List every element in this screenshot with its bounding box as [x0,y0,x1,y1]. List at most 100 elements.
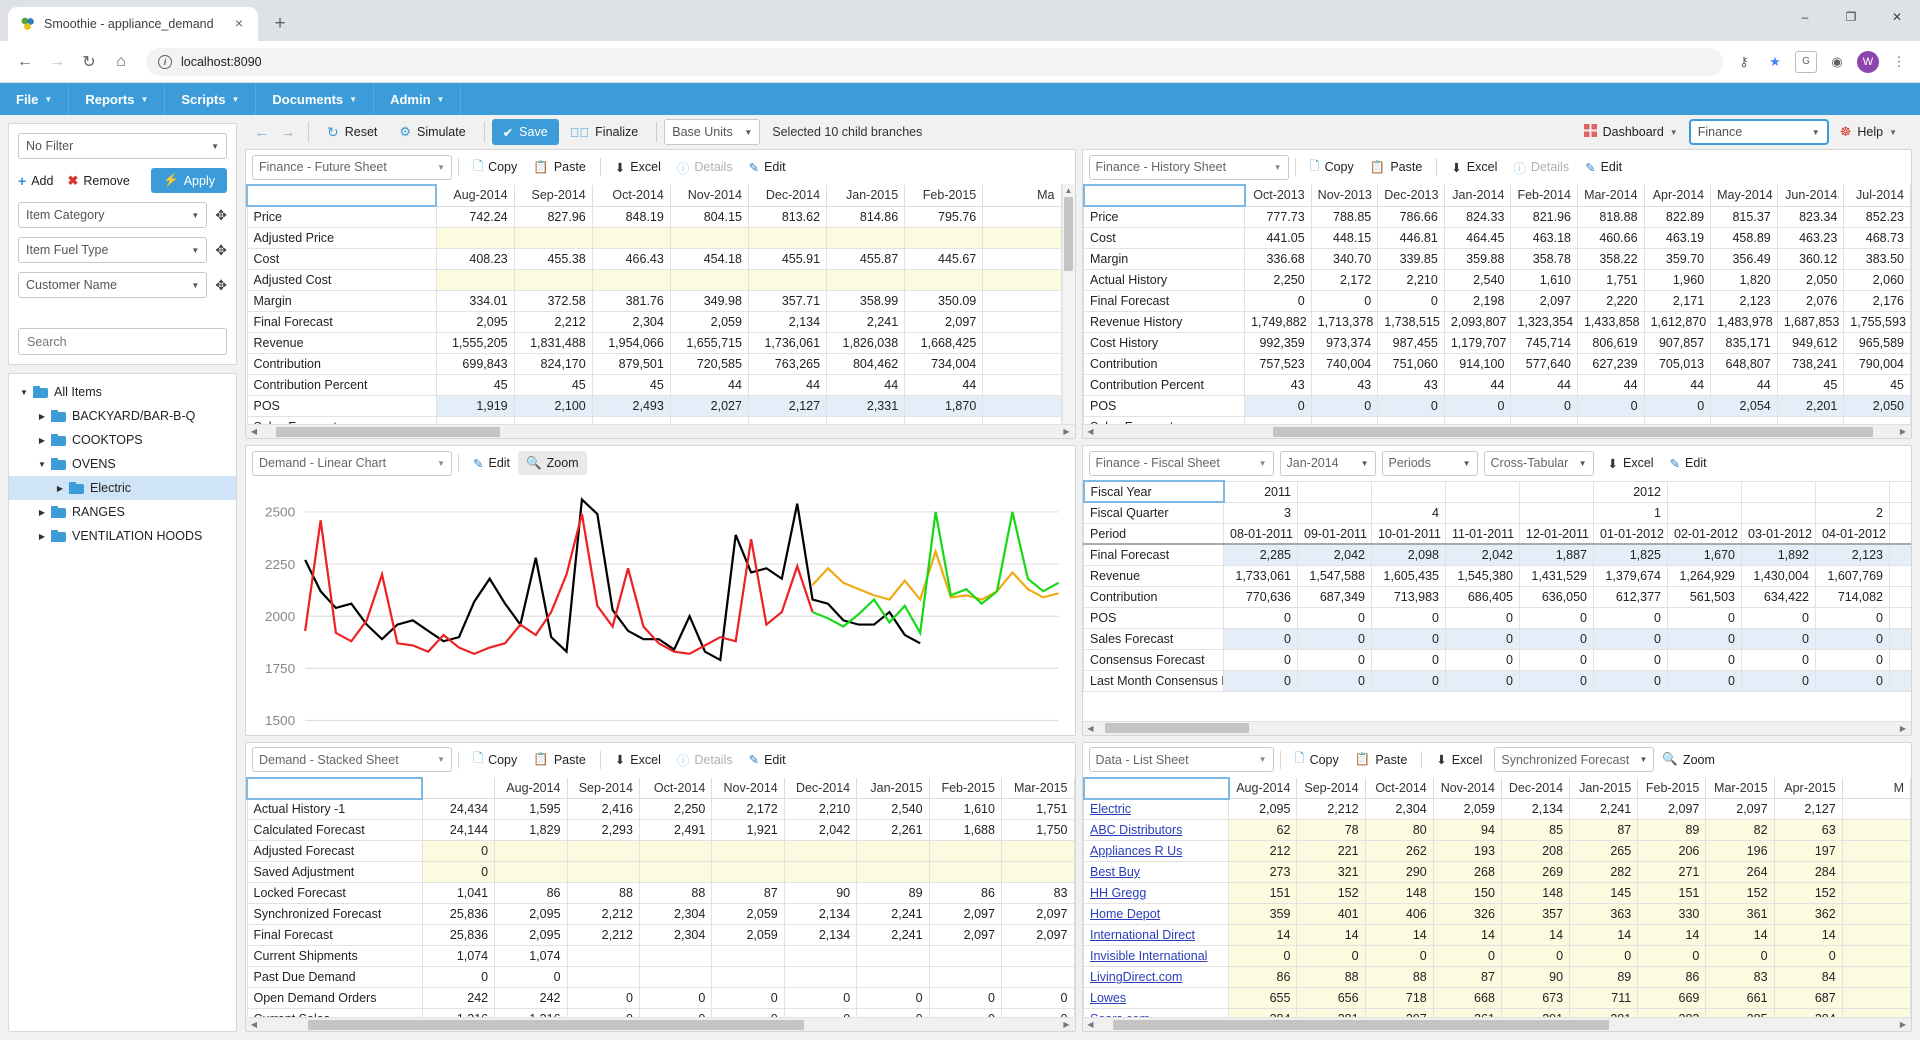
scroll-left-icon[interactable]: ◀ [1085,427,1097,436]
table-row[interactable]: Sales Forecast0000000000 [1083,627,1911,650]
table-cell[interactable]: 1,751 [1000,798,1075,821]
table-row[interactable]: Current Sales1,3161,3160000000 [246,1008,1075,1017]
table-cell[interactable]: 0 [1519,669,1594,692]
table-cell[interactable]: 87 [1432,966,1502,989]
table-cell[interactable]: 44 [1643,373,1712,396]
new-tab-button[interactable]: + [266,10,294,38]
table-cell[interactable]: 2,491 [638,819,713,842]
table-cell[interactable] [566,840,640,863]
table-cell[interactable]: 349.98 [669,289,749,312]
history-horizontal-scrollbar[interactable]: ◀ ▶ [1082,424,1911,439]
table-cell[interactable]: 2,097 [1637,798,1707,821]
table-cell[interactable]: 0 [1500,945,1571,968]
table-cell[interactable]: 751,060 [1377,352,1445,375]
table-cell[interactable]: 0 [783,1008,858,1017]
table-cell[interactable]: 848.19 [591,205,671,228]
table-cell[interactable]: 43 [1310,373,1379,396]
table-cell[interactable]: 463.18 [1510,226,1578,249]
table-cell[interactable]: 661 [1705,987,1775,1010]
table-cell[interactable]: 44 [1710,373,1778,396]
table-row[interactable]: Price 777.73 788.85 786.66 824.33 821.96 818.8… [1082,205,1911,228]
table-cell[interactable]: 445.67 [904,247,984,270]
table-cell[interactable]: 269 [1500,861,1571,884]
table-cell[interactable]: 25,836 [421,924,496,947]
scroll-thumb[interactable] [1112,1019,1609,1030]
units-select[interactable]: Base Units ▼ [664,119,761,145]
table-cell[interactable]: 835,171 [1710,331,1778,354]
table-cell[interactable]: 362 [1773,903,1843,926]
table-cell[interactable]: 0 [1445,606,1520,629]
filter-preset-select[interactable]: No Filter ▼ [18,133,227,159]
table-cell[interactable]: 25,836 [421,903,496,926]
table-cell[interactable] [566,945,640,968]
browser-back-icon[interactable]: ← [10,47,40,77]
table-cell[interactable]: 152 [1705,882,1775,905]
column-header[interactable]: Ma [982,185,1062,207]
row-label[interactable]: ABC Distributors [1082,819,1230,842]
table-cell[interactable] [1841,1008,1911,1017]
table-cell[interactable] [1443,415,1512,425]
table-cell[interactable]: 0 [1889,606,1911,629]
table-cell[interactable]: 1,555,205 [435,331,515,354]
column-header[interactable]: Feb-2014 [1510,185,1578,207]
table-cell[interactable]: 1,825 [1593,543,1668,566]
table-cell[interactable]: 90 [783,882,858,905]
table-cell[interactable]: 2,050 [1776,268,1845,291]
table-cell[interactable]: 87 [711,882,785,905]
table-cell[interactable]: 1,074 [494,945,568,968]
scroll-left-icon[interactable]: ◀ [1085,724,1097,733]
fiscal-grouping-select[interactable]: Periods ▼ [1381,450,1478,476]
table-cell[interactable]: 2,095 [494,924,568,947]
table-cell[interactable] [1510,415,1578,425]
row-label[interactable]: Appliances R Us [1082,840,1230,863]
row-label-link[interactable]: ABC Distributors [1090,823,1182,837]
table-cell[interactable]: 738 [1889,585,1911,608]
table-cell[interactable]: 45 [1776,373,1845,396]
table-cell[interactable]: 1,547,588 [1297,564,1372,587]
scroll-thumb[interactable] [276,426,501,437]
table-cell[interactable]: 0 [1667,606,1742,629]
table-cell[interactable]: 2,059 [711,903,785,926]
table-cell[interactable]: 2,241 [826,310,906,333]
menu-documents[interactable]: Documents ▼ [256,83,375,115]
table-cell[interactable]: 1,612,870 [1643,310,1712,333]
table-cell[interactable]: 83 [1705,966,1775,989]
table-cell[interactable]: 0 [1000,1008,1075,1017]
table-cell[interactable]: 0 [1593,669,1668,692]
table-cell[interactable]: 455.91 [747,247,828,270]
table-row[interactable]: Cost 408.23 455.38 466.43 454.18 455.91 455.87… [246,247,1062,270]
table-cell[interactable] [1000,840,1075,863]
table-row[interactable]: Home Depot 359 401 406 326 357 363 330 361 362 [1082,903,1911,926]
table-cell[interactable] [1841,861,1911,884]
table-cell[interactable]: 1,954,066 [591,331,671,354]
table-cell[interactable]: 763,265 [747,352,828,375]
table-cell[interactable]: 0 [1519,606,1594,629]
table-cell[interactable]: 0 [1445,669,1520,692]
table-cell[interactable] [669,415,749,425]
table-cell[interactable]: 711 [1569,987,1639,1010]
table-cell[interactable]: 987,455 [1377,331,1445,354]
table-cell[interactable] [669,268,749,291]
row-label[interactable]: Invisible International [1082,945,1230,968]
table-cell[interactable]: 2,097 [928,924,1002,947]
table-cell[interactable]: 1,323,354 [1510,310,1578,333]
table-cell[interactable]: 814.86 [826,205,906,228]
list-measure-select[interactable]: Synchronized Forecast ▼ [1494,747,1655,773]
table-cell[interactable]: 148 [1364,882,1434,905]
table-cell[interactable]: 45 [591,373,671,396]
table-cell[interactable]: 14 [1364,924,1434,947]
table-cell[interactable] [1576,415,1645,425]
table-cell[interactable]: 463.19 [1643,226,1712,249]
table-row[interactable]: Calculated Forecast 24,144 1,829 2,293 2,491… [246,819,1075,842]
table-cell[interactable]: 88 [1364,966,1434,989]
table-cell[interactable]: 1,887 [1519,543,1594,566]
table-cell[interactable]: 1,820 [1710,268,1778,291]
table-corner-header[interactable] [246,184,437,207]
table-cell[interactable]: 1,687,853 [1776,310,1845,333]
list-zoom-button[interactable]: 🔍 Zoom [1654,748,1723,772]
table-cell[interactable]: 0 [566,987,640,1010]
table-cell[interactable]: 285 [1705,1008,1775,1017]
table-cell[interactable]: 2,241 [856,903,930,926]
table-cell[interactable]: 340.70 [1310,247,1379,270]
future-sheet-select[interactable]: Finance - Future Sheet ▼ [252,154,452,180]
